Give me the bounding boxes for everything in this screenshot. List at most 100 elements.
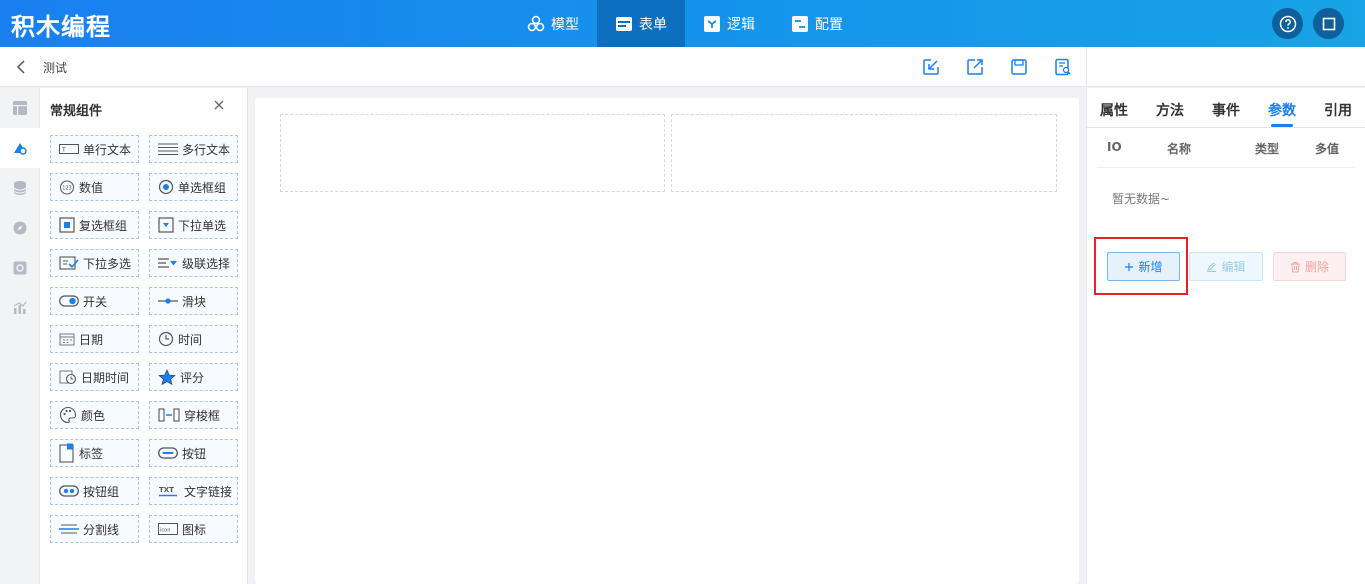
- properties-tabs: 属性 方法 事件 参数 引用: [1087, 88, 1365, 128]
- star-icon: [158, 369, 176, 385]
- logic-icon: [704, 15, 720, 32]
- components-panel: 常规组件 T 单行文本 多行文本 123 数值 单选框组 复选框组 下拉单选 下拉多…: [40, 88, 248, 584]
- help-button[interactable]: [1272, 8, 1303, 39]
- comp-icon[interactable]: icon 图标: [149, 515, 238, 543]
- back-arrow-icon[interactable]: [14, 59, 28, 75]
- tab-references[interactable]: 引用: [1324, 100, 1352, 120]
- svg-text:T: T: [61, 147, 66, 154]
- toolbar-actions: [922, 58, 1072, 76]
- comp-switch[interactable]: 开关: [50, 287, 139, 315]
- nav-config[interactable]: 配置: [773, 0, 861, 47]
- comp-divider[interactable]: 分割线: [50, 515, 139, 543]
- database-icon: [13, 181, 27, 195]
- edit-button[interactable]: 编辑: [1189, 252, 1263, 281]
- comp-select[interactable]: 下拉单选: [149, 211, 238, 239]
- comp-transfer[interactable]: 穿梭框: [149, 401, 238, 429]
- nav-model-label: 模型: [551, 16, 579, 33]
- col-io: IO: [1107, 140, 1122, 154]
- rail-compass[interactable]: [0, 208, 40, 248]
- multi-select-icon: [59, 256, 79, 270]
- import-icon[interactable]: [922, 58, 940, 76]
- nav-logic[interactable]: 逻辑: [685, 0, 773, 47]
- active-tab-indicator: [1271, 124, 1293, 127]
- nav-form-label: 表单: [639, 16, 667, 33]
- config-icon: [792, 15, 808, 32]
- app-logo: 积木编程: [11, 13, 111, 41]
- rail-components[interactable]: [0, 128, 40, 168]
- rail-chart[interactable]: [0, 288, 40, 328]
- sub-toolbar: 测试: [0, 47, 1086, 87]
- comp-slider[interactable]: 滑块: [149, 287, 238, 315]
- icon-component-icon: icon: [158, 523, 178, 535]
- components-grid: T 单行文本 多行文本 123 数值 单选框组 复选框组 下拉单选 下拉多选 级联选…: [50, 135, 238, 543]
- nav-config-label: 配置: [815, 16, 843, 33]
- square-icon: [1322, 17, 1335, 30]
- comp-radio-group[interactable]: 单选框组: [149, 173, 238, 201]
- divider-icon: [59, 524, 79, 534]
- nav-model[interactable]: 模型: [509, 0, 597, 47]
- datetime-icon: [59, 370, 77, 385]
- fullscreen-button[interactable]: [1313, 8, 1344, 39]
- number-icon: 123: [60, 180, 74, 195]
- comp-button-group[interactable]: 按钮组: [50, 477, 139, 505]
- export-icon[interactable]: [966, 58, 984, 76]
- cascader-icon: [158, 258, 177, 268]
- radio-icon: [158, 179, 174, 195]
- plus-icon: [1125, 262, 1134, 271]
- nav-form[interactable]: 表单: [597, 0, 685, 47]
- comp-button[interactable]: 按钮: [149, 439, 238, 467]
- layout-icon: [13, 101, 27, 115]
- breadcrumb-current: 测试: [43, 61, 68, 75]
- tab-attributes[interactable]: 属性: [1100, 100, 1128, 120]
- preview-icon[interactable]: [1054, 58, 1072, 76]
- trash-icon: [1290, 261, 1300, 272]
- comp-text-link[interactable]: TXT 文字链接: [149, 477, 238, 505]
- comp-multi-select[interactable]: 下拉多选: [50, 249, 139, 277]
- col-type: 类型: [1255, 142, 1280, 156]
- add-button[interactable]: 新增: [1107, 252, 1180, 281]
- form-canvas[interactable]: [255, 98, 1079, 584]
- tab-events[interactable]: 事件: [1212, 100, 1240, 120]
- left-icon-rail: [0, 88, 40, 584]
- svg-text:TXT: TXT: [159, 486, 174, 494]
- close-icon[interactable]: [212, 98, 226, 112]
- comp-color[interactable]: 颜色: [50, 401, 139, 429]
- transfer-icon: [158, 408, 180, 422]
- help-icon: [1279, 15, 1296, 32]
- top-nav: 模型 表单 逻辑 配置: [509, 0, 861, 47]
- slider-icon: [158, 298, 178, 304]
- top-right-actions: [1272, 8, 1344, 39]
- comp-date[interactable]: 日期: [50, 325, 139, 353]
- tab-params[interactable]: 参数: [1268, 100, 1296, 120]
- comp-rate[interactable]: 评分: [149, 363, 238, 391]
- save-icon[interactable]: [1010, 58, 1028, 76]
- comp-tag[interactable]: 标签: [50, 439, 139, 467]
- button-group-icon: [59, 485, 79, 497]
- rail-settings[interactable]: [0, 248, 40, 288]
- text-link-icon: TXT: [159, 486, 177, 497]
- select-icon: [158, 217, 174, 233]
- rail-database[interactable]: [0, 168, 40, 208]
- grid-column-right[interactable]: [671, 114, 1057, 192]
- comp-single-line-text[interactable]: T 单行文本: [50, 135, 139, 163]
- empty-text: 暂无数据~: [1112, 192, 1171, 206]
- comp-cascader[interactable]: 级联选择: [149, 249, 238, 277]
- comp-number[interactable]: 123 数值: [50, 173, 139, 201]
- rail-layout[interactable]: [0, 88, 40, 128]
- comp-multi-line-text[interactable]: 多行文本: [149, 135, 238, 163]
- svg-text:icon: icon: [160, 528, 170, 534]
- button-icon: [158, 447, 178, 459]
- sub-toolbar-right: [1086, 47, 1365, 87]
- tab-methods[interactable]: 方法: [1156, 100, 1184, 120]
- delete-button[interactable]: 删除: [1273, 252, 1346, 281]
- comp-checkbox-group[interactable]: 复选框组: [50, 211, 139, 239]
- grid-column-left[interactable]: [280, 114, 665, 192]
- col-name: 名称: [1167, 142, 1192, 156]
- edit-icon: [1207, 262, 1217, 272]
- tag-icon: [59, 443, 74, 463]
- comp-datetime[interactable]: 日期时间: [50, 363, 139, 391]
- chart-icon: [13, 301, 27, 314]
- components-panel-title: 常规组件: [50, 104, 103, 119]
- comp-time[interactable]: 时间: [149, 325, 238, 353]
- cubes-icon: [527, 15, 545, 31]
